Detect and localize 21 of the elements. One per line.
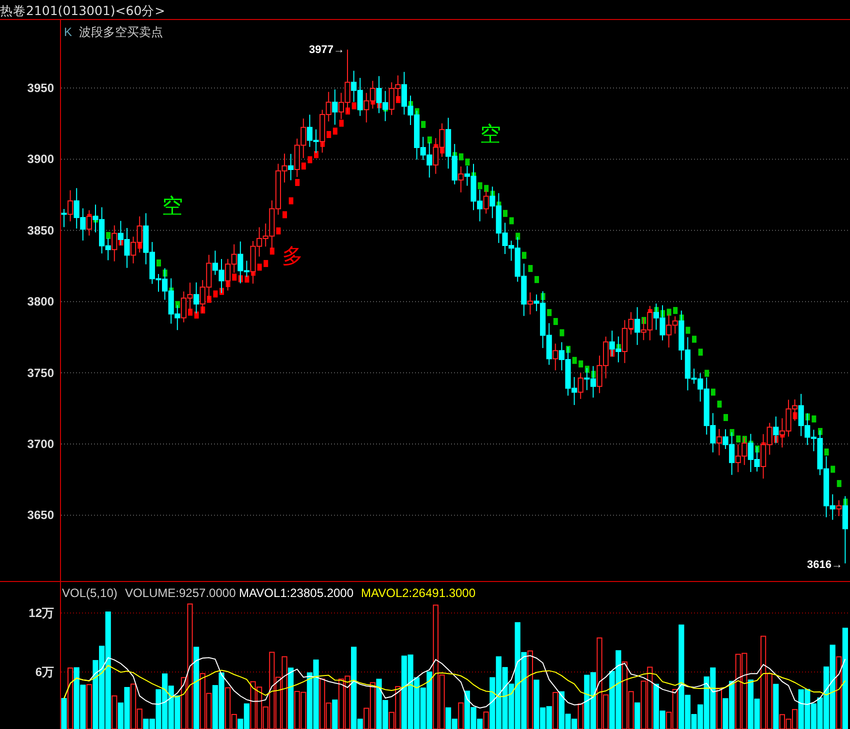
volume-axis-label: 6万 — [35, 665, 54, 679]
volume-value: VOLUME:9257.0000 — [125, 586, 236, 600]
price-axis-label: 3800 — [27, 294, 54, 309]
price-axis-label: 3950 — [27, 81, 54, 95]
price-axis-label: 3700 — [27, 437, 54, 451]
price-axis-label: 3900 — [27, 152, 54, 166]
price-axis-label: 3850 — [27, 223, 54, 238]
mavol2-value: MAVOL2:26491.3000 — [361, 586, 476, 600]
short-signal-label: 空 — [480, 123, 501, 146]
low-price-label: 3616→ — [807, 559, 842, 571]
price-axis-label: 3750 — [27, 366, 54, 380]
indicator-name: 波段多空买卖点 — [79, 25, 163, 39]
indicator-name: VOL(5,10) — [62, 586, 118, 600]
long-signal-label: 多 — [282, 245, 303, 268]
mavol1-value: MAVOL1:23805.2000 — [239, 586, 354, 600]
indicator-marker: K — [64, 25, 72, 39]
high-price-label: 3977→ — [309, 44, 344, 56]
volume-axis-label: 12万 — [28, 606, 54, 620]
short-signal-label: 空 — [162, 195, 183, 218]
chart-title: 热卷2101(013001)<60分> — [0, 3, 166, 18]
price-axis-label: 3650 — [27, 508, 54, 522]
